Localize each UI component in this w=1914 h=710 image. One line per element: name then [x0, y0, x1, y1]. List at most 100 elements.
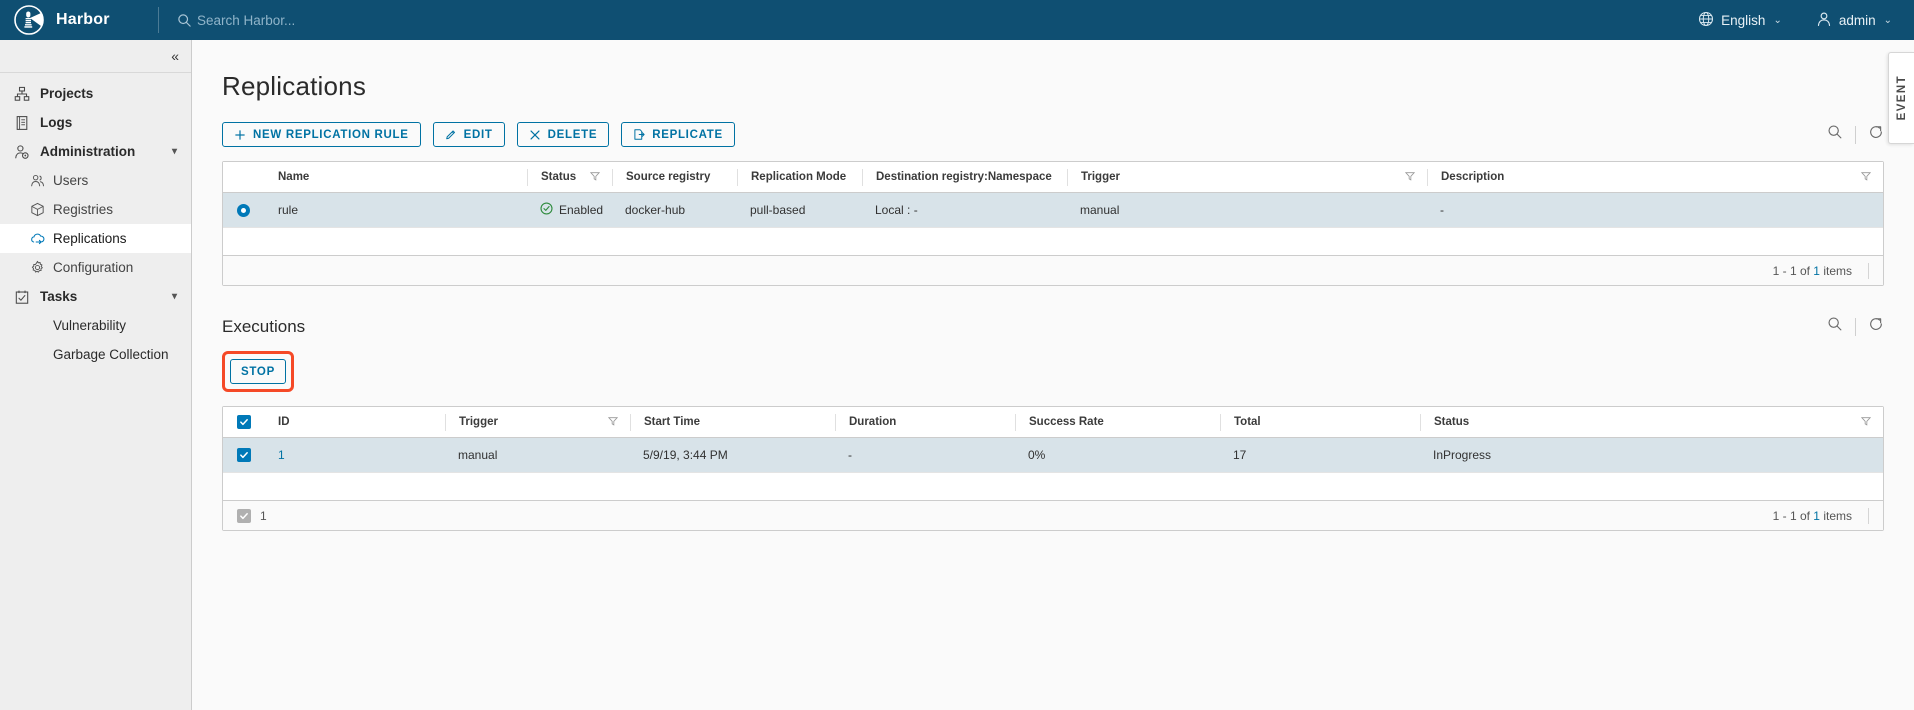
cell-description: - [1440, 203, 1444, 217]
sidebar-item-label: Replications [53, 231, 127, 246]
globe-icon [1698, 11, 1714, 30]
sidebar-item-vulnerability[interactable]: Vulnerability [0, 311, 191, 340]
column-header-label: Trigger [459, 416, 498, 428]
sidebar-item-configuration[interactable]: Configuration [0, 253, 191, 282]
new-replication-rule-button[interactable]: NEW REPLICATION RULE [222, 122, 421, 147]
refresh-icon[interactable] [1868, 316, 1884, 337]
sidebar-item-administration[interactable]: Administration ▾ [0, 137, 191, 166]
sidebar-item-garbage-collection[interactable]: Garbage Collection [0, 340, 191, 369]
user-label: admin [1838, 12, 1876, 28]
footer-divider [1868, 262, 1869, 279]
column-header-label: Status [541, 171, 577, 183]
filter-icon[interactable] [1404, 171, 1416, 184]
row-checkbox-cell[interactable] [223, 448, 265, 462]
sidebar-item-tasks[interactable]: Tasks ▾ [0, 282, 191, 311]
delete-label: DELETE [547, 128, 598, 141]
pagination-suffix: items [1819, 263, 1852, 278]
stop-button[interactable]: STOP [230, 359, 286, 384]
column-header-start-time[interactable]: Start Time [630, 413, 835, 431]
main-content: Replications NEW REPLICATION RULE EDIT D… [192, 40, 1914, 710]
column-header-success-rate[interactable]: Success Rate [1015, 413, 1220, 431]
column-header-trigger[interactable]: Trigger [445, 413, 630, 431]
table-row[interactable]: 1 manual 5/9/19, 3:44 PM - 0% 17 InProgr… [223, 438, 1883, 473]
pagination-total: 1 [1813, 508, 1820, 523]
logs-icon [14, 115, 31, 131]
refresh-icon[interactable] [1868, 124, 1884, 145]
column-header-replication-mode[interactable]: Replication Mode [737, 168, 862, 186]
cell-destination: Local : - [875, 203, 918, 217]
pagination-count: 1 - 1 of 1 items [1773, 264, 1852, 278]
search-input-placeholder[interactable]: Search Harbor... [197, 13, 295, 28]
cell-duration: - [848, 448, 852, 462]
select-all-checkbox-cell[interactable] [223, 415, 265, 429]
search-icon[interactable] [1827, 124, 1843, 145]
global-search[interactable]: Search Harbor... [177, 13, 295, 28]
sidebar-item-registries[interactable]: Registries [0, 195, 191, 224]
sidebar-item-label: Projects [40, 86, 94, 101]
column-header-label: Description [1441, 171, 1505, 183]
column-header-name[interactable]: Name [265, 169, 527, 186]
sidebar-item-replications[interactable]: Replications [0, 224, 191, 253]
chevron-down-icon[interactable]: ▾ [172, 146, 177, 157]
sidebar-item-users[interactable]: Users [0, 166, 191, 195]
stop-button-wrapper: STOP [222, 351, 1914, 392]
delete-button[interactable]: DELETE [516, 122, 610, 147]
user-menu[interactable]: admin ⌄ [1816, 11, 1892, 30]
column-header-description[interactable]: Description [1427, 168, 1883, 186]
column-header-id[interactable]: ID [265, 414, 445, 431]
row-radio-selected-icon[interactable] [237, 203, 250, 217]
filter-icon[interactable] [607, 416, 619, 429]
select-all-checkbox-checked-icon[interactable] [237, 415, 251, 429]
column-header-total[interactable]: Total [1220, 413, 1420, 431]
edit-button[interactable]: EDIT [432, 122, 505, 147]
pagination-count: 1 - 1 of 1 items [1773, 509, 1852, 523]
toolbar-divider [1855, 125, 1856, 144]
filter-icon[interactable] [1860, 416, 1872, 429]
column-header-trigger[interactable]: Trigger [1067, 168, 1427, 186]
configuration-gear-icon [30, 260, 45, 275]
harbor-lighthouse-logo-icon [14, 5, 44, 35]
sidebar-item-logs[interactable]: Logs [0, 108, 191, 137]
selected-rows-checkbox-icon[interactable] [237, 508, 251, 523]
filter-icon[interactable] [589, 171, 601, 184]
row-checkbox-checked-icon[interactable] [237, 448, 251, 462]
search-icon[interactable] [1827, 316, 1843, 337]
column-header-source-registry[interactable]: Source registry [612, 168, 737, 186]
filter-icon[interactable] [1860, 171, 1872, 184]
column-header-status[interactable]: Status [1420, 413, 1883, 431]
rules-toolbar: NEW REPLICATION RULE EDIT DELETE REPLICA… [222, 122, 1914, 147]
pagination-suffix: items [1819, 508, 1852, 523]
page-title: Replications [222, 71, 367, 101]
rules-toolbar-icons [1827, 124, 1884, 145]
column-header-destination[interactable]: Destination registry:Namespace [862, 168, 1067, 186]
chevron-down-icon[interactable]: ▾ [172, 291, 177, 302]
column-header-status[interactable]: Status [527, 168, 612, 186]
new-replication-rule-label: NEW REPLICATION RULE [253, 128, 409, 141]
pagination-prefix: 1 - 1 of [1772, 263, 1814, 278]
cell-id-link[interactable]: 1 [265, 448, 445, 462]
event-side-tab[interactable]: EVENT [1888, 52, 1914, 144]
users-icon [30, 173, 45, 188]
table-row[interactable]: rule Enabled docker-hub pull-based Local… [223, 193, 1883, 228]
check-circle-icon [540, 202, 553, 218]
replicate-button[interactable]: REPLICATE [621, 122, 735, 147]
column-header-label: Status [1434, 416, 1470, 428]
stop-button-highlight: STOP [222, 351, 294, 392]
selected-count-label: 1 [260, 508, 267, 523]
sidebar-item-projects[interactable]: Projects [0, 79, 191, 108]
replicate-icon [633, 128, 645, 141]
plus-icon [234, 129, 246, 141]
replicate-label: REPLICATE [652, 128, 723, 141]
row-radio-cell[interactable] [223, 203, 265, 217]
search-icon [177, 13, 192, 28]
cell-source-registry: docker-hub [625, 203, 686, 217]
chevron-down-icon: ⌄ [1773, 14, 1782, 26]
cell-status: InProgress [1433, 448, 1492, 462]
sidebar-item-label: Tasks [40, 289, 78, 304]
column-header-duration[interactable]: Duration [835, 413, 1015, 431]
tasks-icon [14, 289, 31, 305]
language-selector[interactable]: English ⌄ [1698, 11, 1782, 30]
app-header: Harbor Search Harbor... English ⌄ admin … [0, 0, 1914, 40]
collapse-sidebar-icon[interactable]: « [171, 48, 179, 64]
brand[interactable]: Harbor [0, 5, 152, 35]
